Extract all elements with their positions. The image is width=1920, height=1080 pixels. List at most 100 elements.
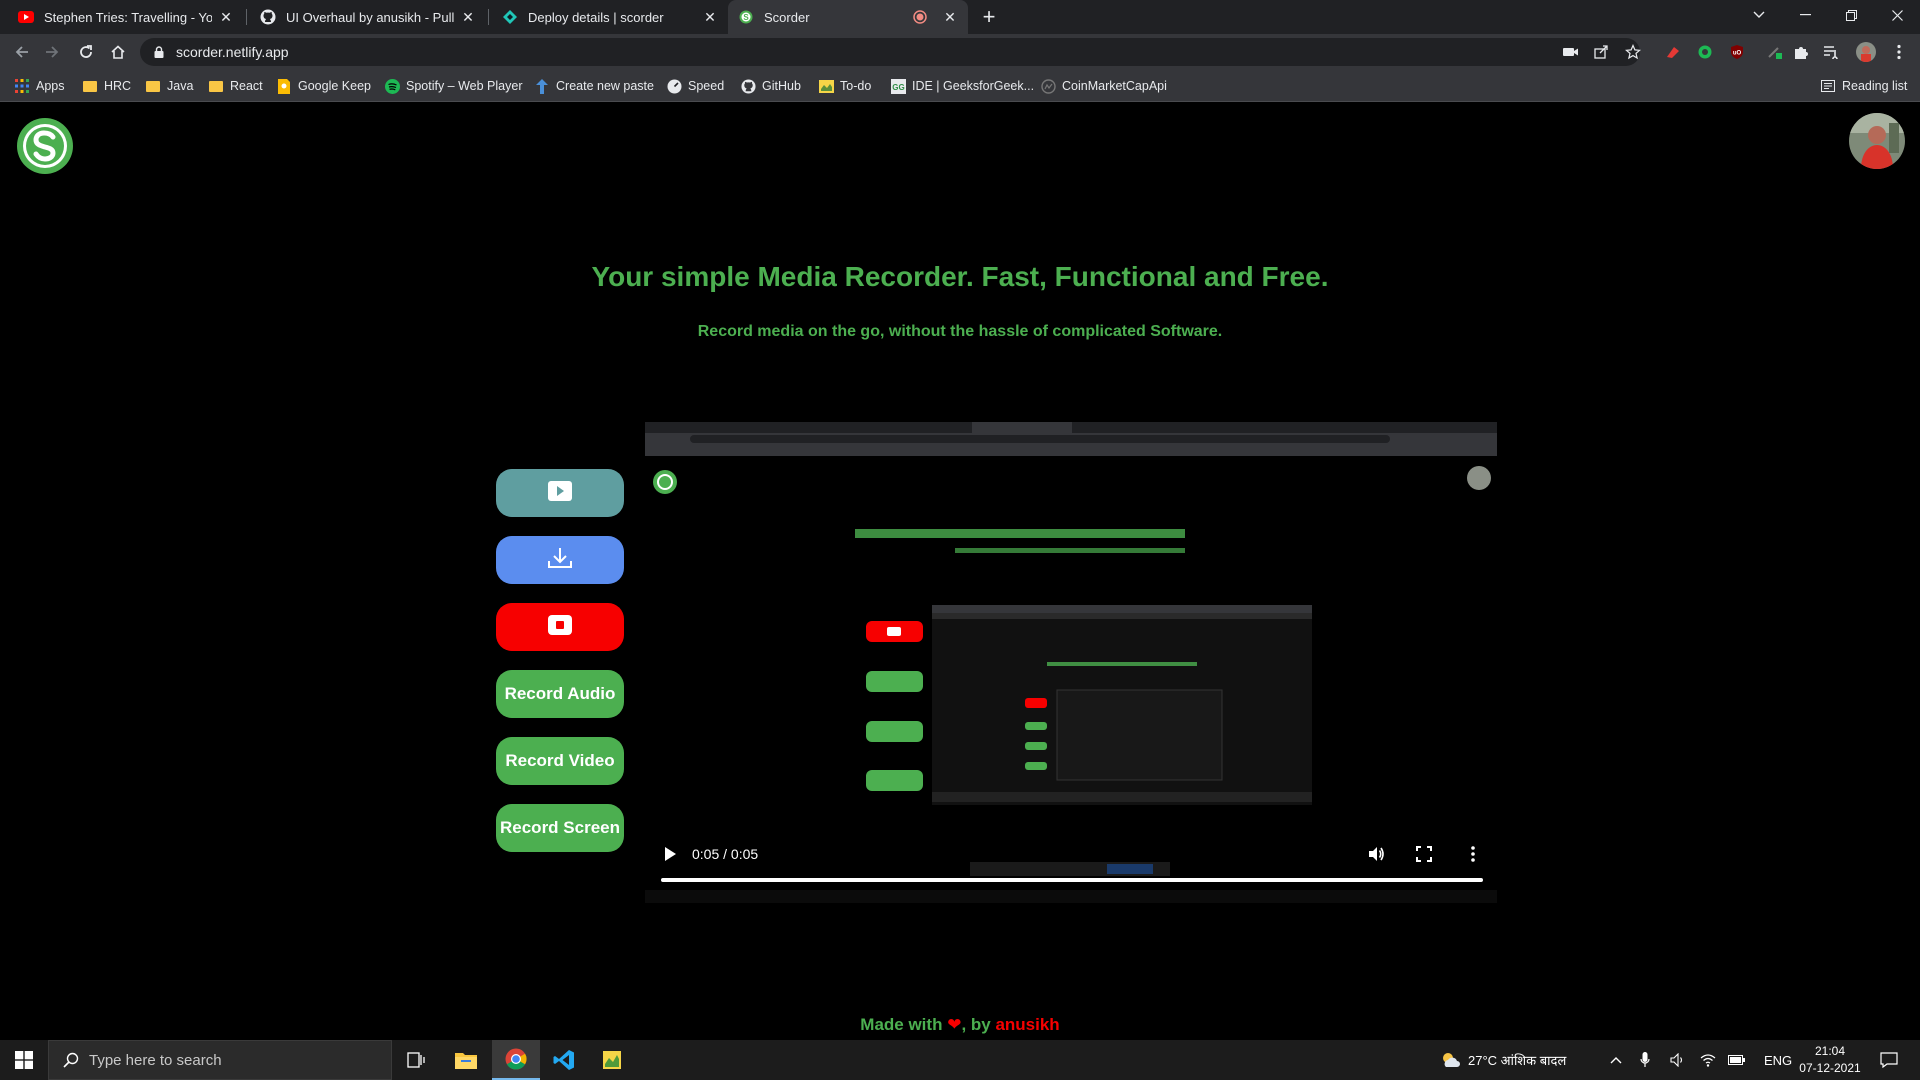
- task-view-icon[interactable]: [392, 1040, 440, 1080]
- input-language[interactable]: ENG: [1764, 1040, 1792, 1080]
- bookmark-github[interactable]: GitHub: [740, 76, 801, 96]
- tab-title: Stephen Tries: Travelling - YouTube: [44, 9, 212, 25]
- recording-indicator-icon: [912, 9, 928, 25]
- video-progress-bar[interactable]: [661, 878, 1483, 882]
- tab-youtube[interactable]: Stephen Tries: Travelling - YouTube ✕: [8, 0, 244, 34]
- close-tab-icon[interactable]: ✕: [218, 9, 234, 25]
- bookmark-label: Apps: [36, 79, 65, 93]
- download-button[interactable]: [496, 536, 624, 584]
- tab-search-icon[interactable]: [1736, 0, 1782, 30]
- volume-tray-icon[interactable]: [1670, 1040, 1686, 1080]
- svg-text:S: S: [743, 13, 749, 22]
- play-button[interactable]: [496, 469, 624, 517]
- apps-grid-icon: [14, 78, 30, 94]
- author-link[interactable]: anusikh: [995, 1015, 1059, 1034]
- heart-icon: ❤: [947, 1015, 962, 1034]
- windows-start-icon[interactable]: [0, 1040, 48, 1080]
- reload-icon[interactable]: [72, 38, 100, 66]
- bookmark-google-keep[interactable]: Google Keep: [276, 76, 371, 96]
- taskbar-clock[interactable]: 21:04 07-12-2021: [1790, 1043, 1870, 1077]
- coinmarketcap-icon: [1040, 78, 1056, 94]
- close-tab-icon[interactable]: ✕: [460, 9, 476, 25]
- close-tab-icon[interactable]: ✕: [702, 9, 718, 25]
- footer-prefix: Made with: [860, 1015, 948, 1034]
- bookmark-gfg-ide[interactable]: GG IDE | GeeksforGeek...: [890, 76, 1034, 96]
- volume-icon[interactable]: [1367, 845, 1385, 868]
- video-more-options-icon[interactable]: [1471, 846, 1475, 867]
- weather-widget[interactable]: 27°C आंशिक बादल: [1440, 1040, 1566, 1080]
- page-headline: Your simple Media Recorder. Fast, Functi…: [591, 261, 1329, 292]
- paste-icon: [534, 78, 550, 94]
- search-icon: [63, 1052, 79, 1068]
- scorder-logo[interactable]: [16, 117, 74, 175]
- record-video-button[interactable]: Record Video: [496, 737, 624, 785]
- minimize-icon[interactable]: [1782, 0, 1828, 30]
- extension-spotify-icon[interactable]: [1696, 43, 1714, 61]
- bookmark-star-icon[interactable]: [1624, 43, 1642, 61]
- ublock-icon[interactable]: uO: [1728, 43, 1746, 61]
- stop-button[interactable]: [496, 603, 624, 651]
- stop-icon: [548, 614, 572, 640]
- bookmark-label: IDE | GeeksforGeek...: [912, 79, 1035, 93]
- github-icon: [260, 9, 276, 25]
- lock-icon[interactable]: [152, 45, 166, 59]
- tab-title: UI Overhaul by anusikh - Pull Request: [286, 9, 454, 25]
- tab-github-pr[interactable]: UI Overhaul by anusikh - Pull Request ✕: [250, 0, 486, 34]
- download-icon: [547, 546, 573, 575]
- partly-cloudy-icon: [1440, 1051, 1462, 1069]
- file-explorer-icon[interactable]: [442, 1040, 490, 1080]
- extension-pen-icon[interactable]: [1766, 43, 1784, 61]
- user-avatar[interactable]: [1849, 113, 1905, 169]
- microphone-icon[interactable]: [1640, 1040, 1650, 1080]
- home-icon[interactable]: [104, 38, 132, 66]
- battery-icon[interactable]: [1728, 1040, 1746, 1080]
- camera-icon[interactable]: [1562, 43, 1580, 61]
- vscode-taskbar-icon[interactable]: [540, 1040, 588, 1080]
- tab-scorder[interactable]: S Scorder ✕: [728, 0, 968, 34]
- bookmark-speed[interactable]: Speed: [666, 76, 724, 96]
- bookmark-label: Spotify – Web Player: [406, 79, 523, 93]
- back-icon[interactable]: [8, 38, 36, 66]
- show-hidden-icons-icon[interactable]: [1610, 1040, 1622, 1080]
- restore-icon[interactable]: [1828, 0, 1874, 30]
- notepad-app-icon[interactable]: [588, 1040, 636, 1080]
- forward-icon[interactable]: [38, 38, 66, 66]
- bookmark-coinmarketcap[interactable]: CoinMarketCapApi: [1040, 76, 1167, 96]
- address-bar[interactable]: scorder.netlify.app: [140, 38, 1640, 66]
- close-tab-icon[interactable]: ✕: [942, 9, 958, 25]
- wifi-icon[interactable]: [1700, 1040, 1716, 1080]
- profile-avatar[interactable]: [1856, 42, 1876, 62]
- media-queue-icon[interactable]: [1822, 43, 1840, 61]
- scorder-icon: S: [738, 9, 754, 25]
- bookmark-hrc[interactable]: HRC: [82, 76, 131, 96]
- page-content: Your simple Media Recorder. Fast, Functi…: [0, 103, 1920, 1039]
- bookmark-label: GitHub: [762, 79, 801, 93]
- bookmark-react[interactable]: React: [208, 76, 263, 96]
- close-window-icon[interactable]: [1874, 0, 1920, 30]
- bookmark-todo[interactable]: To-do: [818, 76, 871, 96]
- record-screen-button[interactable]: Record Screen: [496, 804, 624, 852]
- recorded-video-player[interactable]: 0:05 / 0:05: [645, 422, 1497, 903]
- share-icon[interactable]: [1592, 43, 1610, 61]
- chrome-taskbar-icon[interactable]: [492, 1040, 540, 1080]
- bookmark-label: HRC: [104, 79, 132, 93]
- netlify-icon: [502, 9, 518, 25]
- extensions-puzzle-icon[interactable]: [1792, 43, 1810, 61]
- tab-netlify-deploy[interactable]: Deploy details | scorder ✕: [492, 0, 728, 34]
- bookmark-label: To-do: [840, 79, 872, 93]
- taskbar-search-box[interactable]: Type here to search: [48, 1040, 392, 1080]
- bookmark-java[interactable]: Java: [145, 76, 193, 96]
- record-audio-button[interactable]: Record Audio: [496, 670, 624, 718]
- bookmark-apps[interactable]: Apps: [14, 76, 65, 96]
- new-tab-button[interactable]: +: [976, 4, 1002, 30]
- fullscreen-icon[interactable]: [1416, 846, 1432, 867]
- keep-icon: [276, 78, 292, 94]
- reading-list-button[interactable]: Reading list: [1820, 76, 1907, 96]
- search-placeholder: Type here to search: [89, 1051, 222, 1069]
- bookmark-spotify[interactable]: Spotify – Web Player: [384, 76, 523, 96]
- video-play-icon[interactable]: [663, 846, 677, 867]
- kebab-menu-icon[interactable]: [1890, 43, 1908, 61]
- notifications-icon[interactable]: [1880, 1040, 1898, 1080]
- extension-red-icon[interactable]: [1664, 43, 1682, 61]
- bookmark-create-paste[interactable]: Create new paste: [534, 76, 654, 96]
